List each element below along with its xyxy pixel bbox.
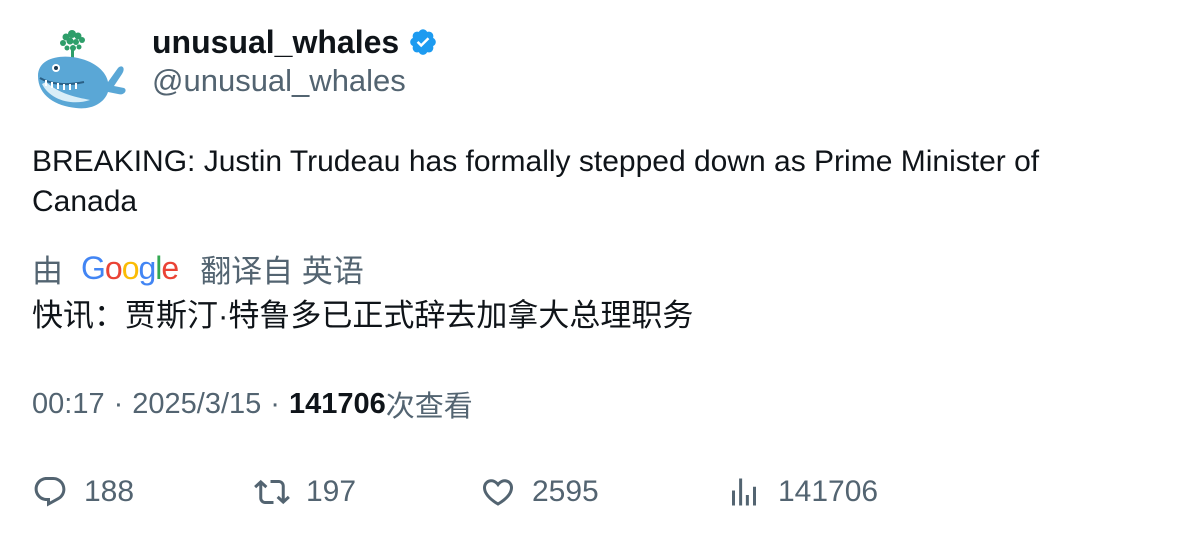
meta-separator: · xyxy=(113,387,124,420)
author-handle[interactable]: @unusual_whales xyxy=(152,63,438,99)
translation-source-label: 翻译自 英语 xyxy=(200,253,364,289)
retweet-icon xyxy=(254,479,290,505)
google-logo[interactable]: Google xyxy=(81,250,179,287)
retweet-count: 197 xyxy=(306,475,357,508)
author-avatar[interactable] xyxy=(32,24,128,120)
tweet-meta: 00:17 · 2025/3/15 · 141706 次查看 xyxy=(32,384,473,424)
tweet-date[interactable]: 2025/3/15 xyxy=(132,388,261,421)
translation-prefix: 由 xyxy=(32,253,63,289)
author-display-name[interactable]: unusual_whales xyxy=(152,24,399,61)
reply-count: 188 xyxy=(84,475,135,508)
whale-avatar-icon xyxy=(38,30,126,109)
meta-separator: · xyxy=(270,387,280,420)
translated-text: 快讯：贾斯汀·特鲁多已正式辞去加拿大总理职务 xyxy=(32,298,694,333)
tweet-text: BREAKING: Justin Trudeau has formally st… xyxy=(32,145,1040,218)
views-button[interactable]: 141706 xyxy=(726,470,878,514)
reply-icon xyxy=(34,477,66,507)
tweet-card: unusual_whales @unusual_whales BREAKING:… xyxy=(0,0,1196,538)
tweet-time[interactable]: 00:17 xyxy=(32,388,105,421)
like-button[interactable]: 2595 xyxy=(480,470,599,514)
analytics-icon xyxy=(732,478,756,506)
verified-badge-icon[interactable] xyxy=(408,27,438,57)
heart-icon xyxy=(482,479,514,506)
views-label: 次查看 xyxy=(385,391,473,423)
retweet-button[interactable]: 197 xyxy=(254,470,356,514)
action-bar: 188 197 2595 141706 xyxy=(32,470,932,514)
translation-attribution: 由 Google 翻译自 英语 xyxy=(32,246,364,290)
reply-button[interactable]: 188 xyxy=(32,470,134,514)
display-name-row: unusual_whales xyxy=(152,22,438,62)
views-count-action: 141706 xyxy=(778,475,879,508)
author-block: unusual_whales @unusual_whales xyxy=(152,22,438,99)
views-count: 141706 xyxy=(288,387,386,420)
like-count: 2595 xyxy=(532,475,599,508)
